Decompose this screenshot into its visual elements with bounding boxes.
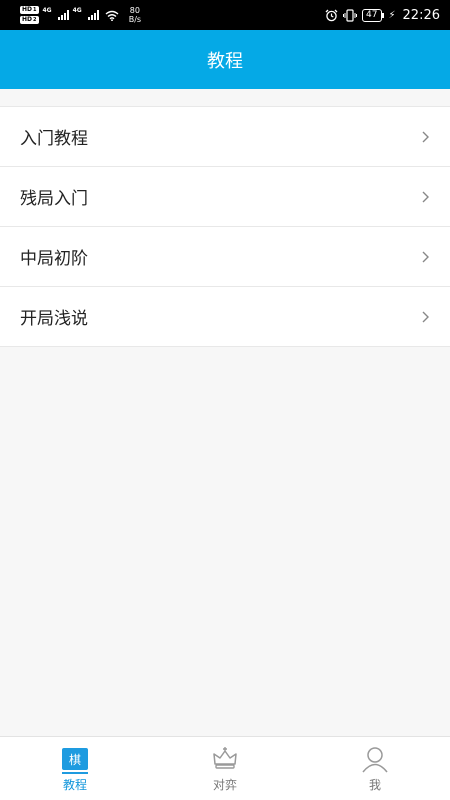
title-bar: 教程: [0, 30, 450, 89]
list-item-endgame-intro[interactable]: 残局入门: [0, 167, 450, 227]
vibrate-icon: [343, 8, 358, 22]
list-item-opening-overview[interactable]: 开局浅说: [0, 287, 450, 347]
tab-play[interactable]: 对弈: [150, 737, 300, 800]
network-speed: 80 B/s: [129, 6, 141, 24]
battery-level: 47: [366, 9, 378, 20]
hd-badge-1: HD 1: [20, 6, 39, 14]
battery-indicator: 47: [362, 8, 385, 22]
wifi-icon: [105, 10, 119, 21]
list-item-label: 开局浅说: [20, 309, 88, 329]
status-left: HD 1 HD 2 4G 4G 80 B/s: [20, 0, 141, 30]
chevron-right-icon: [422, 191, 429, 202]
list-item-label: 残局入门: [20, 189, 88, 209]
user-icon: [362, 747, 388, 773]
bottom-tab-bar: 棋 教程 对弈 我: [0, 736, 450, 800]
chevron-right-icon: [422, 311, 429, 322]
hd-label-2: HD: [22, 16, 33, 23]
list-item-label: 中局初阶: [20, 249, 88, 269]
signal-icon-2: [87, 10, 99, 20]
hd-indicators: HD 1 HD 2: [20, 6, 39, 24]
crown-icon: [213, 747, 237, 769]
chevron-right-icon: [422, 251, 429, 262]
tab-label: 我: [368, 778, 381, 792]
tab-tutorial[interactable]: 棋 教程: [0, 737, 150, 800]
speed-unit: B/s: [128, 15, 142, 24]
tab-icon-wrap: [360, 745, 390, 773]
list-item-beginner-tutorial[interactable]: 入门教程: [0, 107, 450, 167]
chevron-right-icon: [422, 131, 429, 142]
chess-piece-qi-icon: 棋: [62, 748, 88, 774]
hd-badge-2: HD 2: [20, 16, 39, 24]
signal-icon-1: [57, 10, 69, 20]
hd-sub-2: 2: [33, 17, 37, 23]
clock: 22:26: [402, 7, 440, 23]
network-type-1: 4G: [42, 7, 52, 14]
network-type-2: 4G: [72, 7, 82, 14]
page-title: 教程: [207, 50, 243, 72]
charging-icon: ⚡: [388, 9, 396, 21]
tab-label: 对弈: [212, 778, 237, 792]
alarm-icon: [325, 9, 338, 21]
status-bar: HD 1 HD 2 4G 4G 80 B/s 47 ⚡ 22:26: [0, 0, 450, 30]
tutorial-list: 入门教程 残局入门 中局初阶 开局浅说: [0, 106, 450, 347]
status-right: 47 ⚡ 22:26: [325, 8, 440, 23]
list-item-label: 入门教程: [20, 129, 88, 149]
qi-glyph: 棋: [68, 752, 81, 767]
tab-icon-wrap: [210, 745, 240, 773]
speed-value: 80: [129, 6, 140, 15]
tab-label: 教程: [62, 778, 87, 792]
hd-sub-1: 1: [33, 7, 37, 13]
tab-me[interactable]: 我: [300, 737, 450, 800]
list-item-middlegame-basics[interactable]: 中局初阶: [0, 227, 450, 287]
tab-icon-wrap: 棋: [60, 745, 90, 774]
hd-label-1: HD: [22, 6, 33, 13]
